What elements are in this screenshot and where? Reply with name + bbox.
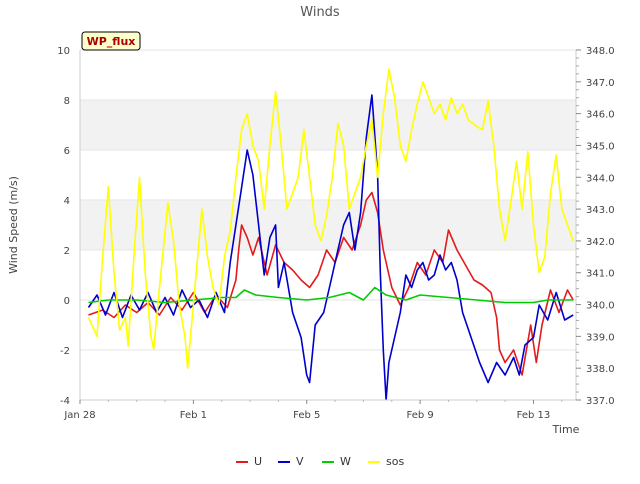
badge-label: WP_flux (87, 35, 136, 48)
right-tick-label: 337.0 (586, 396, 615, 407)
right-tick-label: 344.0 (586, 173, 615, 184)
right-tick-label: 341.0 (586, 269, 615, 280)
chart-canvas: -4 -2 0 2 4 6 8 10 337.0 338.0 339.0 340.0 341.0 342.… (7, 5, 615, 468)
y-tick-label: 0 (64, 296, 70, 307)
grid-band (80, 100, 576, 150)
right-tick-label: 347.0 (586, 78, 615, 89)
right-tick-label: 348.0 (586, 46, 615, 57)
y-tick-label: 8 (64, 96, 70, 107)
right-tick-label: 346.0 (586, 110, 615, 121)
legend-label-sos: sos (386, 455, 404, 468)
legend: U V Wsos (236, 455, 404, 468)
x-tick-label: Feb 9 (406, 410, 433, 421)
x-axis-label: Time (552, 423, 580, 436)
y-tick-label: 4 (64, 196, 70, 207)
x-tick-label: Jan 28 (63, 410, 95, 421)
chart-title: Winds (300, 5, 340, 20)
badge: WP_flux (81, 31, 141, 51)
right-tick-label: 342.0 (586, 237, 615, 248)
winds-chart: -4 -2 0 2 4 6 8 10 337.0 338.0 339.0 340.0 341.0 342.… (0, 0, 640, 480)
right-tick-label: 339.0 (586, 332, 615, 343)
y-axis-label: Wind Speed (m/s) (7, 176, 20, 274)
right-tick-label: 340.0 (586, 301, 615, 312)
x-tick-label: Feb 5 (293, 410, 320, 421)
x-tick-label: Feb 1 (180, 410, 207, 421)
x-tick-label: Feb 13 (517, 410, 551, 421)
right-tick-label: 343.0 (586, 205, 615, 216)
y-tick-label: 2 (64, 246, 70, 257)
y-tick-label: 10 (57, 46, 70, 57)
y-tick-label: -4 (60, 396, 70, 407)
y-tick-label: -2 (60, 346, 70, 357)
legend-label-w: W (340, 455, 351, 468)
right-tick-label: 345.0 (586, 141, 615, 152)
y-tick-label: 6 (64, 146, 70, 157)
legend-label-u: U (254, 455, 262, 468)
legend-label-v: V (296, 455, 304, 468)
right-tick-label: 338.0 (586, 364, 615, 375)
